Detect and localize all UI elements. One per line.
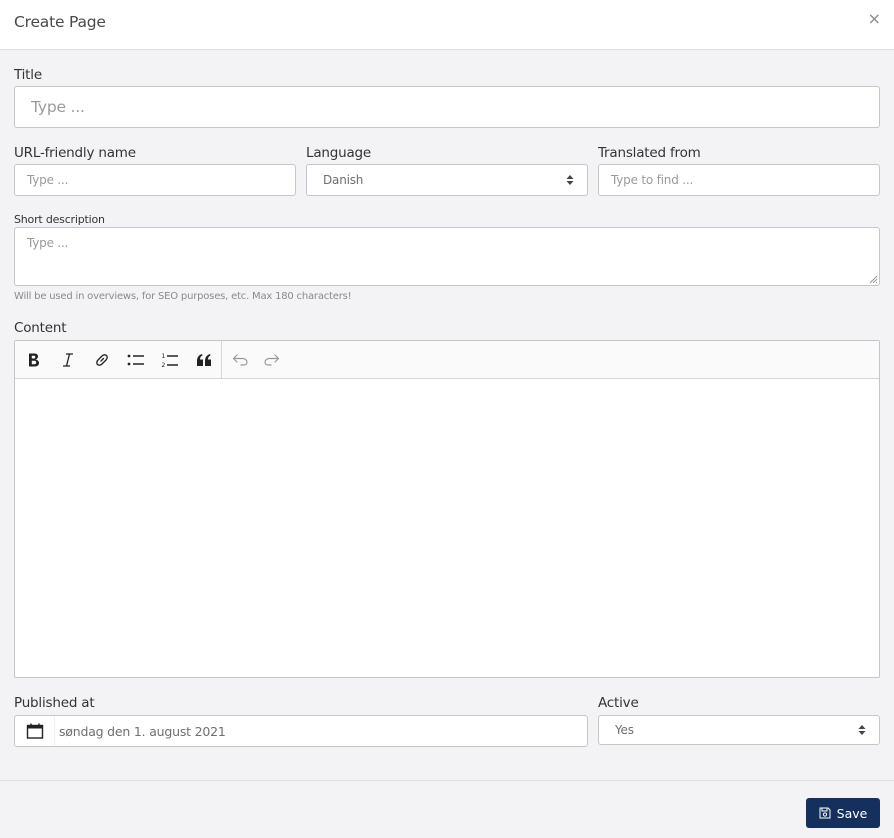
quote-icon: [197, 353, 211, 366]
url-name-label: URL-friendly name: [14, 145, 136, 161]
save-label: Save: [836, 805, 868, 821]
short-description-label: Short description: [14, 213, 105, 226]
editor-toolbar: 1 2: [15, 340, 879, 379]
numbered-list-button[interactable]: 1 2: [153, 341, 187, 379]
calendar-icon: [26, 723, 43, 739]
translated-from-input[interactable]: Type to find ...: [598, 164, 880, 196]
save-icon: [819, 807, 831, 819]
published-at-value: søndag den 1. august 2021: [59, 723, 226, 739]
undo-icon: [232, 353, 248, 366]
published-at-input[interactable]: søndag den 1. august 2021: [14, 715, 588, 747]
sort-arrows-icon: [566, 175, 574, 185]
active-label: Active: [598, 695, 639, 711]
close-icon[interactable]: ×: [868, 11, 881, 27]
modal-title: Create Page: [14, 13, 106, 31]
short-description-placeholder: Type ...: [27, 236, 69, 250]
modal-header: Create Page ×: [0, 0, 894, 50]
link-button[interactable]: [85, 341, 119, 379]
title-label: Title: [14, 67, 42, 83]
calendar-button[interactable]: [15, 716, 55, 746]
active-select[interactable]: Yes: [598, 715, 880, 745]
content-label: Content: [14, 320, 67, 336]
translated-from-label: Translated from: [598, 145, 701, 161]
language-select[interactable]: Danish: [306, 164, 588, 196]
active-value: Yes: [615, 723, 634, 737]
undo-button[interactable]: [224, 341, 256, 379]
resize-handle-icon[interactable]: [868, 274, 878, 284]
link-icon: [96, 353, 108, 366]
blockquote-button[interactable]: [187, 341, 221, 379]
url-name-input[interactable]: Type ...: [14, 164, 296, 196]
published-at-label: Published at: [14, 695, 95, 711]
editor-content-area[interactable]: [15, 379, 879, 677]
toolbar-divider: [221, 340, 222, 379]
language-value: Danish: [323, 173, 364, 187]
modal-footer: Save: [0, 780, 894, 838]
bold-button[interactable]: [17, 341, 51, 379]
italic-button[interactable]: [51, 341, 85, 379]
bold-icon: [29, 353, 39, 366]
title-input[interactable]: Type ...: [14, 86, 880, 128]
svg-text:1: 1: [162, 353, 166, 360]
bullet-list-button[interactable]: [119, 341, 153, 379]
url-name-placeholder: Type ...: [27, 173, 69, 187]
short-description-help: Will be used in overviews, for SEO purpo…: [14, 291, 352, 302]
redo-button[interactable]: [256, 341, 288, 379]
language-label: Language: [306, 145, 372, 161]
content-editor: 1 2: [14, 340, 880, 678]
short-description-textarea[interactable]: Type ...: [14, 227, 880, 286]
numbered-list-icon: 1 2: [162, 353, 178, 368]
title-placeholder: Type ...: [31, 98, 85, 116]
sort-arrows-icon: [858, 725, 866, 735]
save-button[interactable]: Save: [806, 798, 880, 828]
bullet-list-icon: [127, 354, 144, 365]
translated-from-placeholder: Type to find ...: [611, 173, 694, 187]
italic-icon: [63, 352, 73, 367]
redo-icon: [264, 353, 280, 366]
svg-text:2: 2: [162, 362, 166, 368]
